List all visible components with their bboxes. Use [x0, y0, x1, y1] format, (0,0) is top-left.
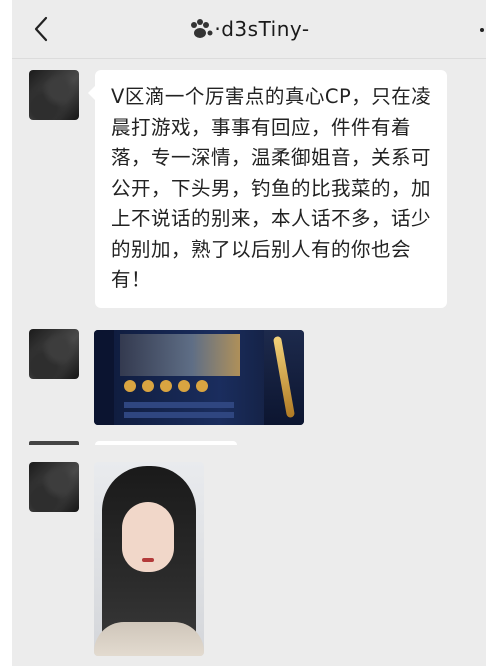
- rank-icon: [160, 380, 172, 392]
- avatar[interactable]: [29, 70, 79, 120]
- rank-icon: [178, 380, 190, 392]
- message-text: V区滴一个厉害点的真心CP，只在凌晨打游戏，事事有回应，件件有着落，专一深情，温…: [111, 85, 432, 291]
- message-bubble-partial: [95, 441, 237, 445]
- avatar-partial: [29, 441, 79, 445]
- more-icon[interactable]: [480, 28, 484, 32]
- message-bubble: V区滴一个厉害点的真心CP，只在凌晨打游戏，事事有回应，件件有着落，专一深情，温…: [88, 70, 447, 308]
- rank-icon: [196, 380, 208, 392]
- chat-header: ·d3sTiny-: [12, 0, 486, 59]
- selfie-fur-collar: [94, 622, 204, 656]
- selfie-lip: [142, 558, 154, 562]
- game-sidebar: [94, 330, 114, 425]
- paw-icon: [191, 19, 213, 38]
- game-stat-row: [124, 412, 234, 418]
- game-hero-banner: [120, 334, 240, 376]
- avatar[interactable]: [29, 462, 79, 512]
- rank-icon: [124, 380, 136, 392]
- game-stat-row: [124, 402, 234, 408]
- avatar[interactable]: [29, 329, 79, 379]
- game-rank-icons: [124, 380, 224, 394]
- game-screenshot-message[interactable]: [94, 330, 304, 425]
- chat-title-wrap: ·d3sTiny-: [12, 14, 486, 44]
- chat-screen: ·d3sTiny- V区滴一个厉害点的真心CP，只在凌晨打游戏，事事有回应，件件…: [12, 0, 486, 666]
- selfie-photo-message[interactable]: [94, 462, 204, 656]
- chat-title: ·d3sTiny-: [214, 17, 310, 41]
- rank-icon: [142, 380, 154, 392]
